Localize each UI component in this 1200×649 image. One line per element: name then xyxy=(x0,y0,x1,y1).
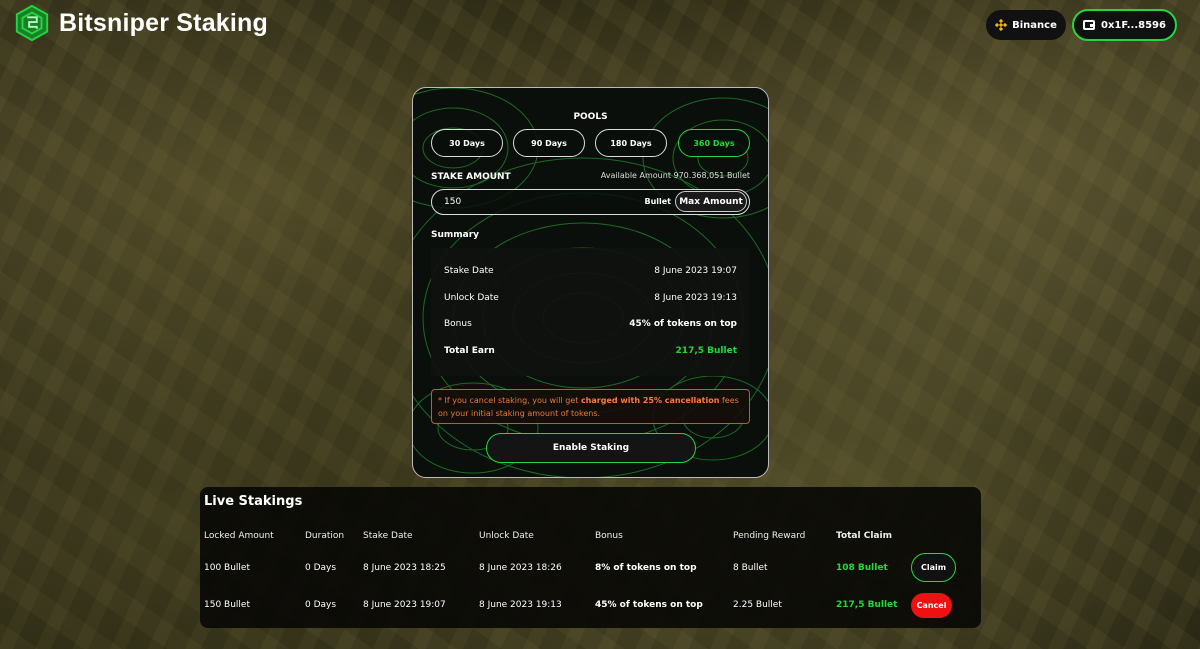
pool-option-360-days[interactable]: 360 Days xyxy=(678,129,750,157)
stake-amount-value: 150 xyxy=(444,197,462,207)
wallet-button[interactable]: 0x1F...8596 xyxy=(1072,9,1177,41)
column-header-duration: Duration xyxy=(305,531,345,541)
cell-total-claim: 217,5 Bullet xyxy=(836,600,898,610)
cell-locked-amount: 100 Bullet xyxy=(204,563,250,573)
summary-key: Stake Date xyxy=(444,266,494,276)
summary-value: 8 June 2023 19:13 xyxy=(654,293,737,303)
cancellation-warning: * If you cancel staking, you will get ch… xyxy=(431,389,750,424)
summary-value: 217,5 Bullet xyxy=(675,346,737,356)
pools-title: POOLS xyxy=(573,112,608,122)
column-header-stake-date: Stake Date xyxy=(363,531,413,541)
stake-amount-label: STAKE AMOUNT xyxy=(431,172,511,182)
stake-amount-input[interactable]: 150 Bullet Max Amount xyxy=(431,189,750,215)
claim-button[interactable]: Claim xyxy=(911,553,956,582)
cell-unlock-date: 8 June 2023 19:13 xyxy=(479,600,562,610)
pool-option-180-days[interactable]: 180 Days xyxy=(595,129,667,157)
summary-title: Summary xyxy=(431,230,480,240)
summary-key: Total Earn xyxy=(444,346,495,356)
cell-pending-reward: 2.25 Bullet xyxy=(733,600,782,610)
cell-stake-date: 8 June 2023 19:07 xyxy=(363,600,446,610)
cell-duration: 0 Days xyxy=(305,600,337,610)
cell-duration: 0 Days xyxy=(305,563,337,573)
cell-pending-reward: 8 Bullet xyxy=(733,563,768,573)
cube-logo-icon xyxy=(15,4,49,42)
staking-card: POOLS 30 Days 90 Days 180 Days 360 Days … xyxy=(412,87,769,478)
stake-unit: Bullet xyxy=(644,197,671,206)
summary-key: Unlock Date xyxy=(444,293,499,303)
cell-locked-amount: 150 Bullet xyxy=(204,600,250,610)
cancel-button[interactable]: Cancel xyxy=(911,593,952,618)
summary-value: 45% of tokens on top xyxy=(629,319,737,329)
wallet-icon xyxy=(1083,20,1096,30)
summary-value: 8 June 2023 19:07 xyxy=(654,266,737,276)
summary-row-stake-date: Stake Date 8 June 2023 19:07 xyxy=(444,266,737,280)
cell-bonus: 45% of tokens on top xyxy=(595,600,703,610)
summary-row-unlock-date: Unlock Date 8 June 2023 19:13 xyxy=(444,293,737,307)
cell-unlock-date: 8 June 2023 18:26 xyxy=(479,563,562,573)
pool-option-30-days[interactable]: 30 Days xyxy=(431,129,503,157)
app-title: Bitsniper Staking xyxy=(59,8,268,37)
available-amount: Available Amount 970.368,051 Bullet xyxy=(600,171,750,180)
cell-bonus: 8% of tokens on top xyxy=(595,563,697,573)
pool-option-90-days[interactable]: 90 Days xyxy=(513,129,585,157)
network-label: Binance xyxy=(1012,19,1057,31)
binance-icon xyxy=(995,19,1008,31)
live-stakings-title: Live Stakings xyxy=(204,494,303,509)
cell-stake-date: 8 June 2023 18:25 xyxy=(363,563,446,573)
summary-row-bonus: Bonus 45% of tokens on top xyxy=(444,319,737,333)
enable-staking-button[interactable]: Enable Staking xyxy=(486,433,696,463)
summary-panel: Stake Date 8 June 2023 19:07 Unlock Date… xyxy=(431,248,750,376)
live-stakings-panel: Live Stakings Locked Amount Duration Sta… xyxy=(200,487,981,628)
app-logo[interactable]: Bitsniper Staking xyxy=(13,4,268,42)
network-button[interactable]: Binance xyxy=(986,10,1066,40)
warning-highlight: charged with 25% cancellation xyxy=(580,396,720,405)
column-header-unlock-date: Unlock Date xyxy=(479,531,534,541)
summary-row-total-earn: Total Earn 217,5 Bullet xyxy=(444,346,737,360)
column-header-locked-amount: Locked Amount xyxy=(204,531,274,541)
wallet-address: 0x1F...8596 xyxy=(1101,19,1166,31)
column-header-pending-reward: Pending Reward xyxy=(733,531,806,541)
warning-prefix: * If you cancel staking, you will get xyxy=(438,396,581,405)
summary-key: Bonus xyxy=(444,319,472,329)
cell-total-claim: 108 Bullet xyxy=(836,563,888,573)
max-amount-button[interactable]: Max Amount xyxy=(675,191,747,212)
column-header-bonus: Bonus xyxy=(595,531,623,541)
column-header-total-claim: Total Claim xyxy=(836,531,892,541)
